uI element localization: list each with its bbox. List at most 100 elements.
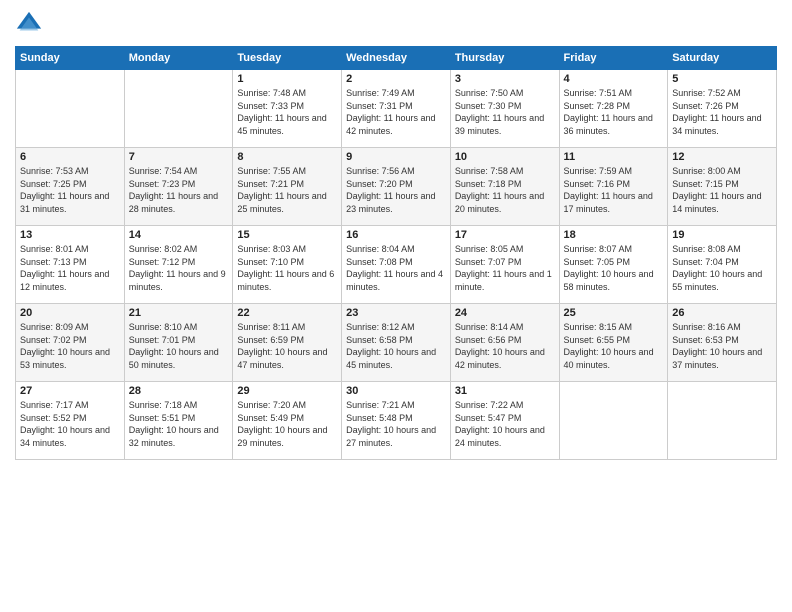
week-row-4: 20 Sunrise: 8:09 AMSunset: 7:02 PMDayligh… [16, 304, 777, 382]
calendar-cell: 4 Sunrise: 7:51 AMSunset: 7:28 PMDaylight… [559, 70, 668, 148]
day-info: Sunrise: 8:05 AMSunset: 7:07 PMDaylight:… [455, 243, 555, 293]
calendar-cell: 24 Sunrise: 8:14 AMSunset: 6:56 PMDayligh… [450, 304, 559, 382]
calendar-cell: 28Sunrise: 7:18 AMSunset: 5:51 PMDayligh… [124, 382, 233, 460]
day-info: Sunrise: 8:11 AMSunset: 6:59 PMDaylight:… [237, 321, 337, 371]
calendar-cell: 10 Sunrise: 7:58 AMSunset: 7:18 PMDayligh… [450, 148, 559, 226]
week-row-1: 1 Sunrise: 7:48 AMSunset: 7:33 PMDaylight… [16, 70, 777, 148]
header [15, 10, 777, 38]
calendar-cell: 19Sunrise: 8:08 AMSunset: 7:04 PMDayligh… [668, 226, 777, 304]
calendar-cell: 15 Sunrise: 8:03 AMSunset: 7:10 PMDayligh… [233, 226, 342, 304]
day-info: Sunrise: 7:56 AMSunset: 7:20 PMDaylight:… [346, 165, 446, 215]
day-number: 4 [564, 73, 664, 85]
day-number: 23 [346, 307, 446, 319]
day-header-sunday: Sunday [16, 47, 125, 70]
day-number: 26 [672, 307, 772, 319]
calendar-cell: 30 Sunrise: 7:21 AMSunset: 5:48 PMDayligh… [342, 382, 451, 460]
day-number: 7 [129, 151, 229, 163]
day-number: 3 [455, 73, 555, 85]
day-info: Sunrise: 7:20 AMSunset: 5:49 PMDaylight:… [237, 399, 337, 449]
day-number: 28 [129, 385, 229, 397]
calendar-cell: 2Sunrise: 7:49 AMSunset: 7:31 PMDaylight… [342, 70, 451, 148]
day-info: Sunrise: 7:58 AMSunset: 7:18 PMDaylight:… [455, 165, 555, 215]
day-number: 30 [346, 385, 446, 397]
day-info: Sunrise: 7:21 AMSunset: 5:48 PMDaylight:… [346, 399, 446, 449]
day-number: 10 [455, 151, 555, 163]
day-number: 6 [20, 151, 120, 163]
day-header-saturday: Saturday [668, 47, 777, 70]
calendar-table: SundayMondayTuesdayWednesdayThursdayFrid… [15, 46, 777, 460]
day-info: Sunrise: 8:00 AMSunset: 7:15 PMDaylight:… [672, 165, 772, 215]
day-info: Sunrise: 8:04 AMSunset: 7:08 PMDaylight:… [346, 243, 446, 293]
day-number: 8 [237, 151, 337, 163]
day-info: Sunrise: 8:08 AMSunset: 7:04 PMDaylight:… [672, 243, 772, 293]
day-number: 18 [564, 229, 664, 241]
calendar-cell: 31 Sunrise: 7:22 AMSunset: 5:47 PMDayligh… [450, 382, 559, 460]
day-info: Sunrise: 7:53 AMSunset: 7:25 PMDaylight:… [20, 165, 120, 215]
day-info: Sunrise: 7:49 AMSunset: 7:31 PMDaylight:… [346, 87, 446, 137]
calendar-cell: 5 Sunrise: 7:52 AMSunset: 7:26 PMDaylight… [668, 70, 777, 148]
calendar-cell [668, 382, 777, 460]
calendar-cell: 25Sunrise: 8:15 AMSunset: 6:55 PMDayligh… [559, 304, 668, 382]
day-info: Sunrise: 7:17 AMSunset: 5:52 PMDaylight:… [20, 399, 120, 449]
day-header-wednesday: Wednesday [342, 47, 451, 70]
logo-icon [15, 10, 43, 38]
calendar-cell: 13Sunrise: 8:01 AMSunset: 7:13 PMDayligh… [16, 226, 125, 304]
day-info: Sunrise: 7:52 AMSunset: 7:26 PMDaylight:… [672, 87, 772, 137]
calendar-cell: 1 Sunrise: 7:48 AMSunset: 7:33 PMDaylight… [233, 70, 342, 148]
day-number: 12 [672, 151, 772, 163]
day-number: 21 [129, 307, 229, 319]
calendar-cell: 27Sunrise: 7:17 AMSunset: 5:52 PMDayligh… [16, 382, 125, 460]
day-header-monday: Monday [124, 47, 233, 70]
day-header-thursday: Thursday [450, 47, 559, 70]
calendar-cell: 6 Sunrise: 7:53 AMSunset: 7:25 PMDaylight… [16, 148, 125, 226]
day-info: Sunrise: 8:01 AMSunset: 7:13 PMDaylight:… [20, 243, 120, 293]
day-number: 17 [455, 229, 555, 241]
calendar-cell: 3 Sunrise: 7:50 AMSunset: 7:30 PMDaylight… [450, 70, 559, 148]
day-info: Sunrise: 8:16 AMSunset: 6:53 PMDaylight:… [672, 321, 772, 371]
calendar-cell [16, 70, 125, 148]
calendar-cell: 26 Sunrise: 8:16 AMSunset: 6:53 PMDayligh… [668, 304, 777, 382]
calendar-cell: 8 Sunrise: 7:55 AMSunset: 7:21 PMDaylight… [233, 148, 342, 226]
day-number: 31 [455, 385, 555, 397]
calendar-cell [124, 70, 233, 148]
calendar-cell: 18 Sunrise: 8:07 AMSunset: 7:05 PMDayligh… [559, 226, 668, 304]
day-number: 25 [564, 307, 664, 319]
day-number: 29 [237, 385, 337, 397]
day-info: Sunrise: 8:09 AMSunset: 7:02 PMDaylight:… [20, 321, 120, 371]
day-info: Sunrise: 7:22 AMSunset: 5:47 PMDaylight:… [455, 399, 555, 449]
day-number: 24 [455, 307, 555, 319]
calendar-cell: 17 Sunrise: 8:05 AMSunset: 7:07 PMDayligh… [450, 226, 559, 304]
day-number: 11 [564, 151, 664, 163]
calendar-cell: 22Sunrise: 8:11 AMSunset: 6:59 PMDayligh… [233, 304, 342, 382]
day-number: 5 [672, 73, 772, 85]
week-row-2: 6 Sunrise: 7:53 AMSunset: 7:25 PMDaylight… [16, 148, 777, 226]
calendar-cell [559, 382, 668, 460]
day-info: Sunrise: 7:51 AMSunset: 7:28 PMDaylight:… [564, 87, 664, 137]
page: SundayMondayTuesdayWednesdayThursdayFrid… [0, 0, 792, 612]
calendar-cell: 16 Sunrise: 8:04 AMSunset: 7:08 PMDayligh… [342, 226, 451, 304]
day-info: Sunrise: 8:02 AMSunset: 7:12 PMDaylight:… [129, 243, 229, 293]
calendar-cell: 23Sunrise: 8:12 AMSunset: 6:58 PMDayligh… [342, 304, 451, 382]
logo [15, 10, 47, 38]
day-number: 9 [346, 151, 446, 163]
calendar-cell: 21Sunrise: 8:10 AMSunset: 7:01 PMDayligh… [124, 304, 233, 382]
day-number: 1 [237, 73, 337, 85]
day-info: Sunrise: 7:59 AMSunset: 7:16 PMDaylight:… [564, 165, 664, 215]
calendar-cell: 11 Sunrise: 7:59 AMSunset: 7:16 PMDayligh… [559, 148, 668, 226]
day-info: Sunrise: 8:07 AMSunset: 7:05 PMDaylight:… [564, 243, 664, 293]
calendar-cell: 14Sunrise: 8:02 AMSunset: 7:12 PMDayligh… [124, 226, 233, 304]
calendar-cell: 29 Sunrise: 7:20 AMSunset: 5:49 PMDayligh… [233, 382, 342, 460]
calendar-header-row: SundayMondayTuesdayWednesdayThursdayFrid… [16, 47, 777, 70]
week-row-3: 13Sunrise: 8:01 AMSunset: 7:13 PMDayligh… [16, 226, 777, 304]
day-number: 15 [237, 229, 337, 241]
day-info: Sunrise: 7:50 AMSunset: 7:30 PMDaylight:… [455, 87, 555, 137]
calendar-cell: 20 Sunrise: 8:09 AMSunset: 7:02 PMDayligh… [16, 304, 125, 382]
day-info: Sunrise: 7:54 AMSunset: 7:23 PMDaylight:… [129, 165, 229, 215]
day-number: 16 [346, 229, 446, 241]
day-number: 20 [20, 307, 120, 319]
day-info: Sunrise: 8:14 AMSunset: 6:56 PMDaylight:… [455, 321, 555, 371]
day-info: Sunrise: 8:03 AMSunset: 7:10 PMDaylight:… [237, 243, 337, 293]
day-info: Sunrise: 7:55 AMSunset: 7:21 PMDaylight:… [237, 165, 337, 215]
day-header-friday: Friday [559, 47, 668, 70]
day-info: Sunrise: 7:48 AMSunset: 7:33 PMDaylight:… [237, 87, 337, 137]
